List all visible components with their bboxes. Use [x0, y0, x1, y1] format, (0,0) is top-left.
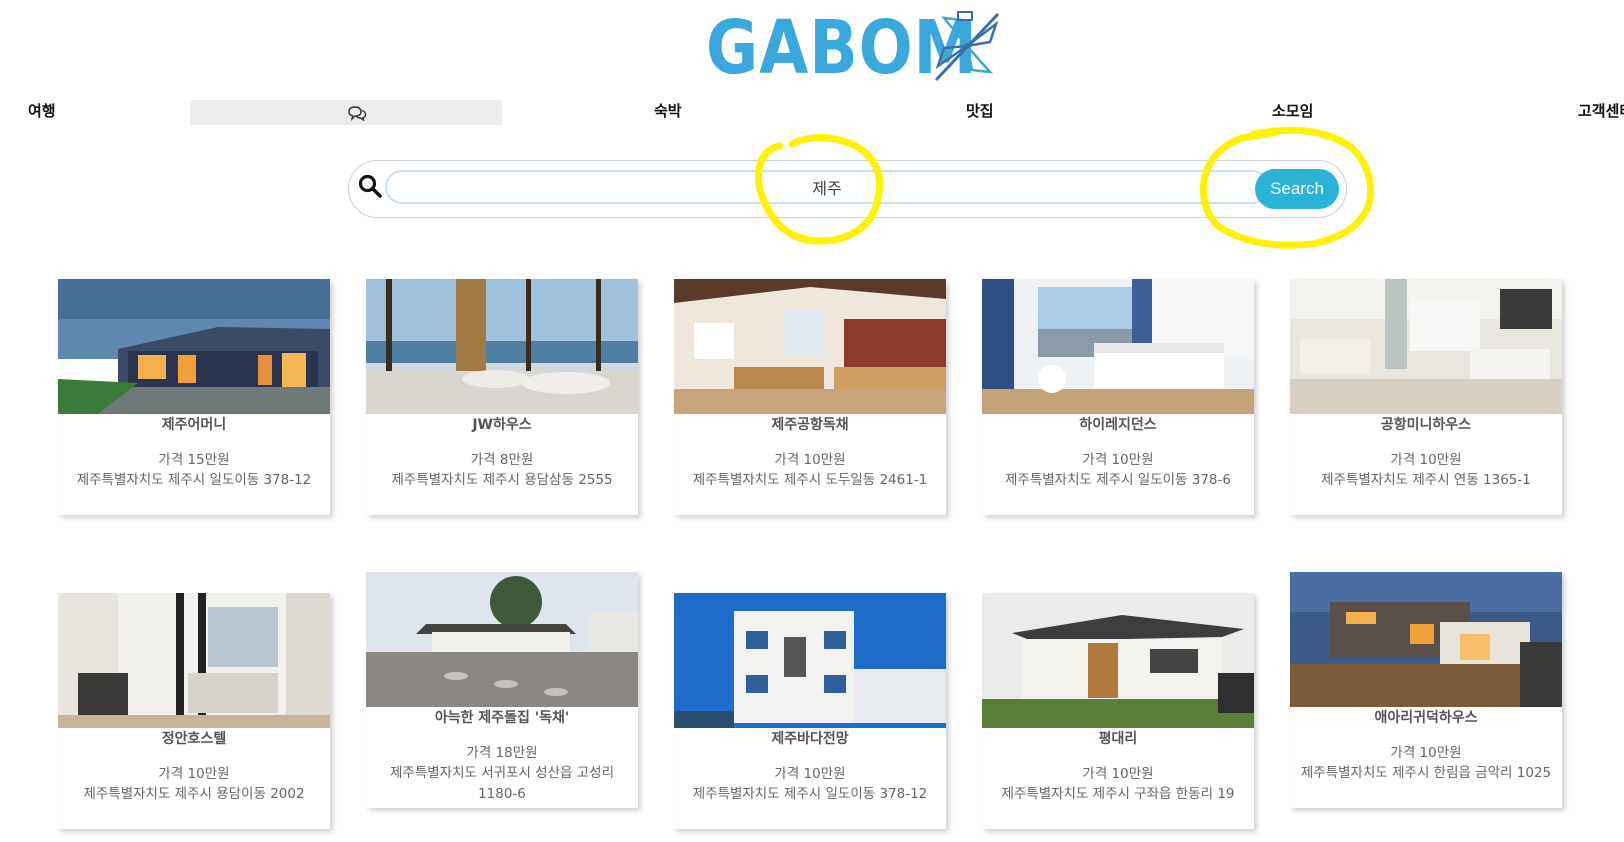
- listing-price: 가격 10만원: [774, 452, 846, 468]
- listing-address: 제주특별자치도 서귀포시 성산읍 고성리 1180-6: [389, 765, 614, 802]
- nav-support[interactable]: 고객센터: [1578, 100, 1624, 121]
- listing-photo: [58, 279, 330, 414]
- listing-photo: [1290, 279, 1562, 414]
- listing-name: 제주바다전망: [771, 731, 849, 747]
- listing-card[interactable]: 애아리귀덕하우스 가격 10만원 제주특별자치도 제주시 한림읍 금악리 102…: [1290, 572, 1562, 808]
- nav-food[interactable]: 맛집: [966, 100, 994, 121]
- listing-photo: [982, 279, 1254, 414]
- listing-name: 공항미니하우스: [1380, 417, 1472, 433]
- listing-card[interactable]: 공항미니하우스 가격 10만원 제주특별자치도 제주시 연동 1365-1: [1290, 279, 1562, 515]
- listing-price: 가격 15만원: [158, 452, 230, 468]
- listing-name: 제주공항독채: [771, 417, 849, 433]
- listing-photo: [674, 279, 946, 414]
- listing-name: 평대리: [1098, 731, 1138, 747]
- listing-card[interactable]: 제주바다전망 가격 10만원 제주특별자치도 제주시 일도이동 378-12: [674, 593, 946, 829]
- search-icon[interactable]: [357, 173, 383, 199]
- nav-meetup[interactable]: 소모임: [1272, 100, 1313, 121]
- listing-card[interactable]: 제주어머니 가격 15만원 제주특별자치도 제주시 일도이동 378-12: [58, 279, 330, 515]
- listing-price: 가격 8만원: [470, 452, 534, 468]
- listing-card[interactable]: 아늑한 제주돌집 '독채' 가격 18만원 제주특별자치도 서귀포시 성산읍 고…: [366, 572, 638, 808]
- listing-photo: [674, 593, 946, 728]
- listing-price: 가격 10만원: [1390, 745, 1462, 761]
- listing-price: 가격 10만원: [1082, 766, 1154, 782]
- listing-address: 제주특별자치도 제주시 용담삼동 2555: [391, 472, 613, 488]
- listing-address: 제주특별자치도 제주시 구좌읍 한동리 19: [1001, 786, 1235, 802]
- listing-address: 제주특별자치도 제주시 일도이동 378-12: [76, 472, 312, 488]
- listing-name: JW하우스: [472, 417, 532, 433]
- listing-card[interactable]: JW하우스 가격 8만원 제주특별자치도 제주시 용담삼동 2555: [366, 279, 638, 515]
- chat-bubbles-icon: [348, 106, 367, 121]
- search-bar: Search: [348, 160, 1347, 218]
- listing-address: 제주특별자치도 제주시 연동 1365-1: [1321, 472, 1531, 488]
- listing-card[interactable]: 평대리 가격 10만원 제주특별자치도 제주시 구좌읍 한동리 19: [982, 593, 1254, 829]
- pinwheel-icon: [934, 11, 1000, 82]
- listing-photo: [1290, 572, 1562, 707]
- listing-card[interactable]: 제주공항독채 가격 10만원 제주특별자치도 제주시 도두일동 2461-1: [674, 279, 946, 515]
- listing-price: 가격 10만원: [1390, 452, 1462, 468]
- listing-price: 가격 18만원: [466, 745, 538, 761]
- listing-address: 제주특별자치도 제주시 일도이동 378-6: [1005, 472, 1231, 488]
- listing-card[interactable]: 정안호스텔 가격 10만원 제주특별자치도 제주시 용담이동 2002: [58, 593, 330, 829]
- search-input[interactable]: [385, 170, 1269, 204]
- listing-name: 아늑한 제주돌집 '독채': [434, 710, 570, 726]
- listing-address: 제주특별자치도 제주시 용담이동 2002: [83, 786, 305, 802]
- logo[interactable]: GABOM: [706, 10, 1022, 85]
- listing-price: 가격 10만원: [774, 766, 846, 782]
- listing-address: 제주특별자치도 제주시 일도이동 378-12: [692, 786, 928, 802]
- listing-photo: [366, 279, 638, 414]
- nav-lodging[interactable]: 숙박: [654, 100, 682, 121]
- listing-price: 가격 10만원: [1082, 452, 1154, 468]
- listing-name: 애아리귀덕하우스: [1374, 710, 1478, 726]
- search-button[interactable]: Search: [1255, 169, 1339, 209]
- listing-card[interactable]: 하이레지던스 가격 10만원 제주특별자치도 제주시 일도이동 378-6: [982, 279, 1254, 515]
- listing-name: 정안호스텔: [161, 731, 227, 747]
- listing-name: 제주어머니: [161, 417, 227, 433]
- nav-travel[interactable]: 여행: [28, 100, 56, 121]
- listing-name: 하이레지던스: [1079, 417, 1157, 433]
- listing-address: 제주특별자치도 제주시 한림읍 금악리 1025: [1300, 765, 1552, 781]
- listing-address: 제주특별자치도 제주시 도두일동 2461-1: [692, 472, 928, 488]
- nav-chat[interactable]: [190, 100, 502, 125]
- listing-photo: [58, 593, 330, 728]
- listing-photo: [982, 593, 1254, 728]
- listing-price: 가격 10만원: [158, 766, 230, 782]
- listing-photo: [366, 572, 638, 707]
